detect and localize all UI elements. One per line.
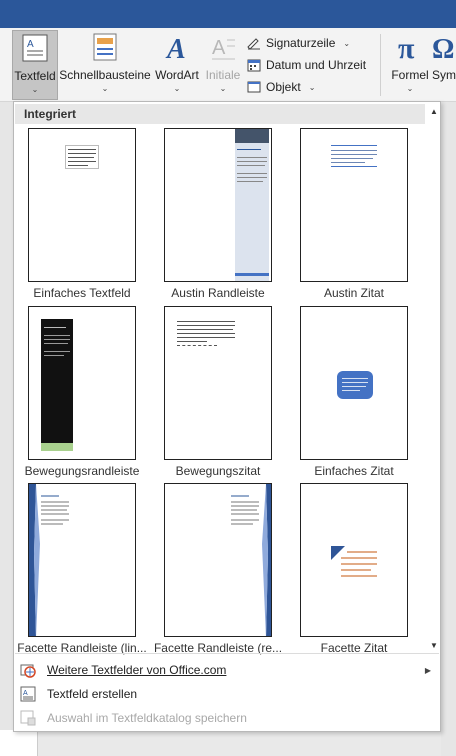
title-bar	[0, 0, 456, 28]
quote-preview	[331, 145, 377, 167]
quickparts-icon	[92, 30, 118, 64]
quickparts-button[interactable]: Schnellbausteine ⌄	[59, 30, 151, 100]
gallery-item-label: Bewegungsrandleiste	[24, 464, 140, 478]
text-group-small-buttons: Signaturzeile ⌄ Datum und Uhrzeit Objekt…	[246, 32, 366, 98]
wordart-label: WordArt	[155, 68, 199, 82]
signature-line-icon	[246, 36, 262, 50]
chevron-down-icon: ⌄	[219, 84, 227, 93]
chevron-down-icon: ⌄	[101, 84, 109, 93]
chevron-down-icon: ⌄	[173, 84, 181, 93]
thumbnail-page	[28, 306, 136, 460]
sidebar-preview	[231, 484, 271, 636]
save-selection-label: Auswahl im Textfeldkatalog speichern	[47, 711, 247, 725]
gallery-section-header: Integriert	[15, 104, 425, 124]
object-label: Objekt	[266, 80, 301, 94]
draw-textbox-label: Textfeld erstellen	[47, 687, 138, 701]
ribbon: A Textfeld ⌄ Schnellbausteine ⌄ A WordAr…	[0, 28, 456, 120]
chevron-down-icon: ⌄	[406, 84, 414, 93]
draw-textbox-icon: A	[19, 685, 37, 703]
svg-text:A: A	[27, 39, 34, 50]
thumbnail-page	[164, 306, 272, 460]
draw-textbox[interactable]: A Textfeld erstellen	[15, 682, 439, 706]
dropcap-icon: A	[210, 30, 236, 64]
quickparts-label: Schnellbausteine	[59, 68, 151, 82]
gallery-item-label: Einfaches Textfeld	[33, 286, 131, 300]
gallery-scroll-up-button[interactable]: ▲	[428, 106, 440, 118]
right-document-area	[441, 102, 456, 756]
gallery-scroll-down-button[interactable]: ▼	[428, 640, 440, 652]
save-selection-to-gallery[interactable]: Auswahl im Textfeldkatalog speichern	[15, 706, 439, 730]
more-textboxes-label: Weitere Textfelder von Office.com	[47, 663, 227, 677]
chevron-down-icon: ⌄	[343, 38, 351, 48]
thumbnail-page	[28, 128, 136, 282]
thumbnail-page	[28, 483, 136, 637]
thumbnail-page	[300, 128, 408, 282]
more-textboxes-office-com[interactable]: Weitere Textfelder von Office.com ▶	[15, 658, 439, 682]
svg-text:π: π	[398, 32, 415, 62]
quote-preview	[337, 371, 373, 399]
gallery-item-label: Austin Randleiste	[171, 286, 265, 300]
chevron-right-icon: ▶	[424, 665, 431, 675]
thumbnail-page	[300, 483, 408, 637]
menu-separator	[15, 653, 439, 654]
symbol-button[interactable]: Ω Sym	[432, 30, 456, 100]
quote-preview	[177, 321, 237, 347]
ribbon-separator	[380, 34, 381, 96]
thumbnail-page	[300, 306, 408, 460]
quote-preview	[331, 546, 377, 577]
chevron-down-icon: ⌄	[308, 82, 316, 92]
svg-text:A: A	[165, 34, 186, 62]
sidebar-preview	[41, 319, 73, 451]
object-icon	[246, 80, 262, 94]
object-button[interactable]: Objekt ⌄	[246, 76, 366, 98]
svg-text:A: A	[212, 37, 226, 59]
svg-text:A: A	[23, 690, 28, 697]
signature-line-button[interactable]: Signaturzeile ⌄	[246, 32, 366, 54]
sidebar-preview	[29, 484, 69, 636]
textbox-button[interactable]: A Textfeld ⌄	[12, 30, 58, 100]
thumbnail-page	[164, 483, 272, 637]
gallery-item-label: Einfaches Zitat	[314, 464, 394, 478]
date-time-label: Datum und Uhrzeit	[266, 58, 367, 72]
svg-text:Ω: Ω	[432, 34, 454, 62]
left-document-area	[0, 102, 14, 756]
textbox-preview	[65, 145, 99, 169]
gallery-item-label: Austin Zitat	[323, 286, 385, 300]
office-globe-icon	[19, 661, 37, 679]
dropcap-label: Initiale	[205, 68, 241, 82]
textbox-label: Textfeld	[14, 69, 56, 83]
symbol-label: Sym	[432, 68, 456, 82]
gallery-item-label: Bewegungszitat	[175, 464, 261, 478]
textbox-icon: A	[21, 31, 49, 65]
calendar-icon	[246, 58, 262, 72]
equation-button[interactable]: π Formel ⌄	[388, 30, 432, 100]
equation-label: Formel	[391, 68, 429, 82]
textbox-gallery: Integriert ▲ ▼ Einfaches Textfeld Austin…	[13, 101, 441, 732]
wordart-icon: A	[164, 30, 190, 64]
sidebar-preview	[235, 129, 269, 281]
save-selection-icon	[19, 709, 37, 727]
dropcap-button[interactable]: A Initiale ⌄	[202, 30, 244, 100]
document-page-edge	[0, 730, 38, 756]
signature-line-label: Signaturzeile	[266, 36, 336, 50]
omega-icon: Ω	[432, 30, 456, 64]
thumbnail-page	[164, 128, 272, 282]
wordart-button[interactable]: A WordArt ⌄	[152, 30, 202, 100]
pi-icon: π	[395, 30, 425, 64]
chevron-down-icon: ⌄	[31, 85, 39, 94]
date-time-button[interactable]: Datum und Uhrzeit	[246, 54, 366, 76]
